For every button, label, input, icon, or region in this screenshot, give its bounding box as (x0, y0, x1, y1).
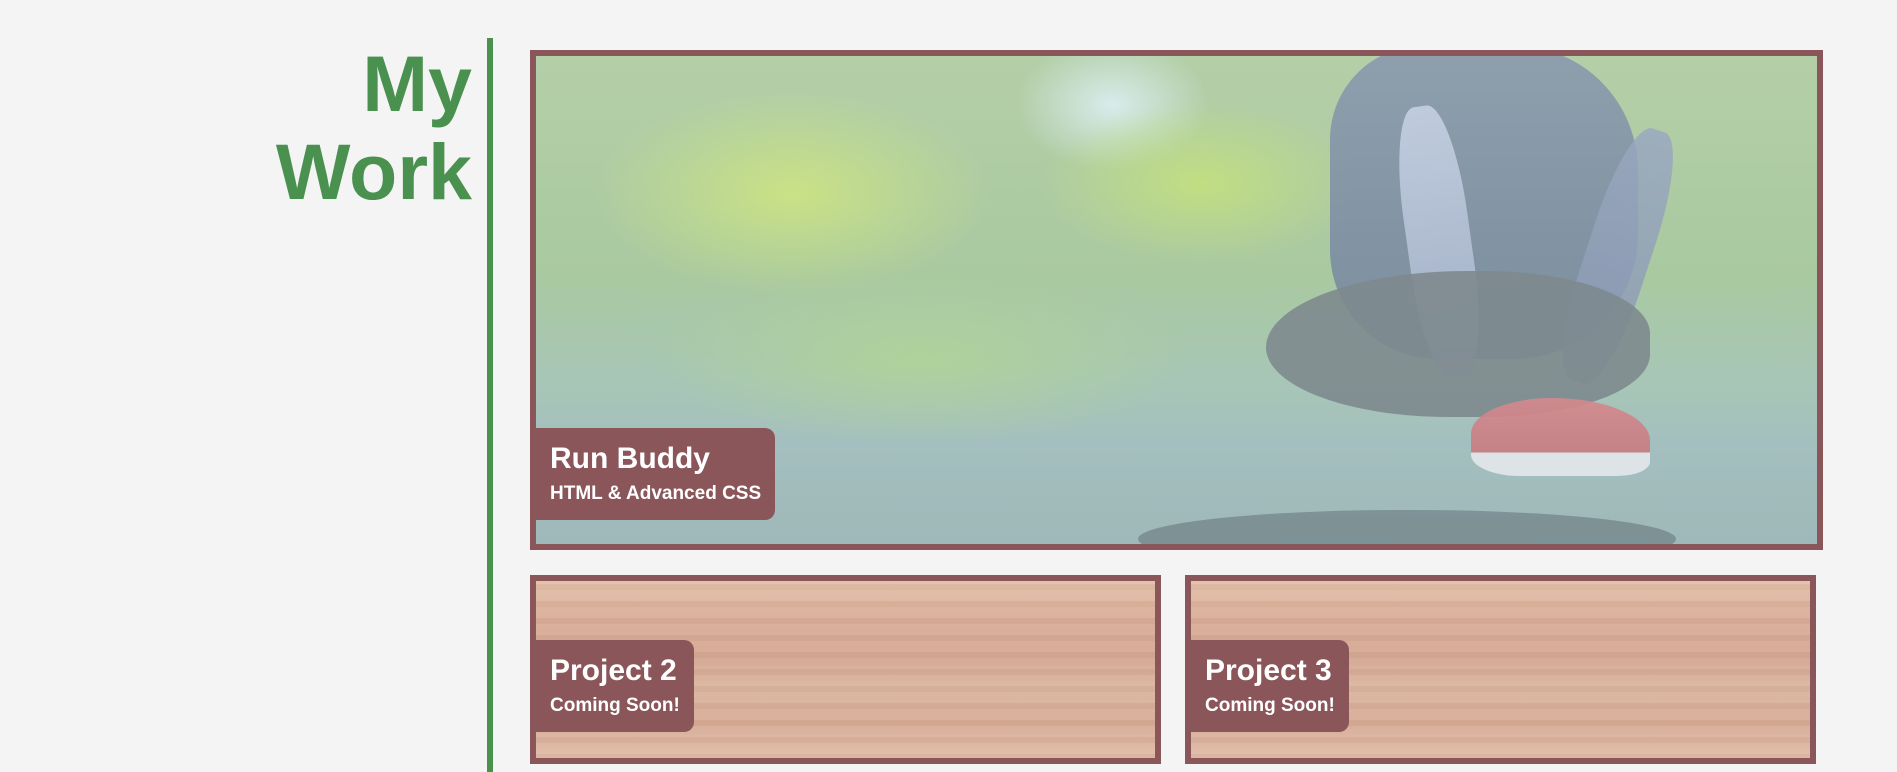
section-title: My Work (200, 40, 472, 216)
project-label: Project 2 Coming Soon! (536, 640, 694, 732)
project-title: Project 2 (550, 654, 677, 687)
section-title-line-1: My (362, 39, 472, 128)
project-card-project-2[interactable]: Project 2 Coming Soon! (530, 575, 1161, 764)
project-card-project-3[interactable]: Project 3 Coming Soon! (1185, 575, 1816, 764)
section-divider (487, 38, 493, 772)
project-subtitle: Coming Soon! (550, 695, 680, 716)
section-title-line-2: Work (275, 127, 472, 216)
project-title: Project 3 (1205, 654, 1332, 687)
project-label: Run Buddy HTML & Advanced CSS (536, 428, 776, 520)
project-subtitle: Coming Soon! (1205, 695, 1335, 716)
project-card-run-buddy[interactable]: Run Buddy HTML & Advanced CSS (530, 50, 1823, 550)
project-subtitle: HTML & Advanced CSS (550, 483, 762, 504)
project-title: Run Buddy (550, 442, 710, 475)
project-label: Project 3 Coming Soon! (1191, 640, 1349, 732)
